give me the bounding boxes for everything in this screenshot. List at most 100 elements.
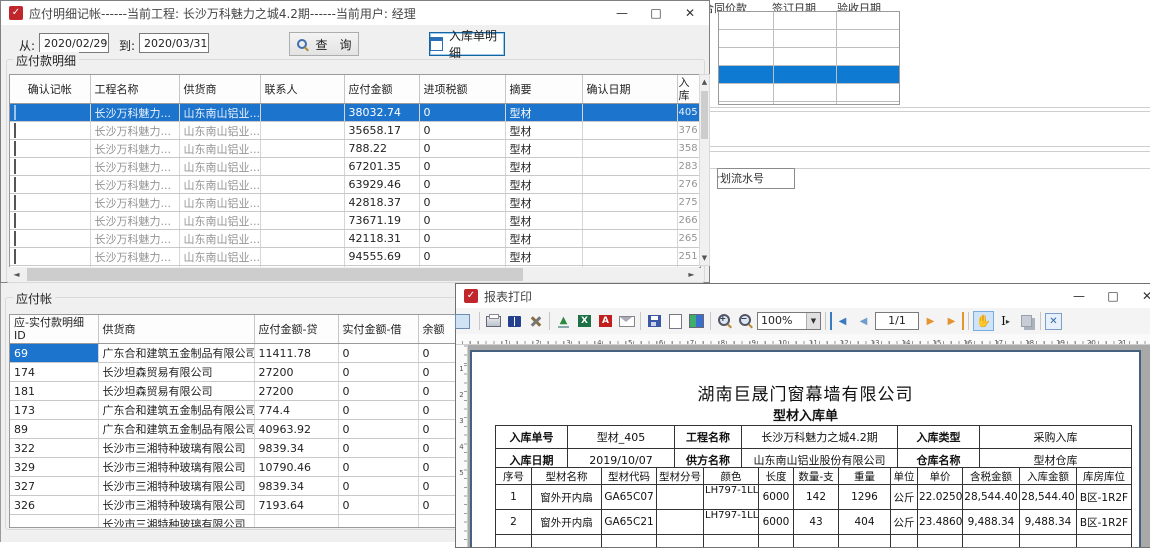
close-button[interactable]: ✕ <box>1130 284 1150 308</box>
checkbox[interactable] <box>14 195 16 210</box>
scrollbar-thumb[interactable] <box>27 268 523 281</box>
horizontal-scrollbar[interactable]: ◄ ► <box>9 267 699 282</box>
report-titlebar[interactable]: ✓ 报表打印 <box>456 284 1150 308</box>
checkbox[interactable] <box>14 249 16 264</box>
cell-confirm-checkbox[interactable] <box>10 158 90 176</box>
scroll-right-icon[interactable]: ► <box>684 267 699 282</box>
col-header-project[interactable]: 工程名称 <box>90 75 179 104</box>
cell-confirm-checkbox[interactable] <box>10 194 90 212</box>
print-preview-area[interactable]: 12345 湖南巨晟门窗幕墙有限公司 型材入库单 入库单号 型材_405 工程名… <box>456 345 1150 547</box>
query-button[interactable]: 查 询 <box>289 32 359 56</box>
checkbox[interactable] <box>14 177 16 192</box>
checkbox[interactable] <box>14 123 16 138</box>
account-row[interactable]: 181 长沙坦森贸易有限公司 27200 0 0 <box>10 382 458 401</box>
account-row[interactable]: 322 长沙市三湘特种玻璃有限公司 9839.34 0 0 <box>10 439 458 458</box>
next-page-button[interactable]: ▶ <box>921 312 940 330</box>
chevron-down-icon[interactable]: ▼ <box>806 313 820 329</box>
main-titlebar[interactable]: ✓ 应付明细记帐------当前工程: 长沙万科魅力之城4.2期------当前… <box>1 1 709 25</box>
bg-grid-row[interactable] <box>719 48 899 66</box>
checkbox[interactable] <box>14 141 16 156</box>
col-header-confirm-date[interactable]: 确认日期 <box>582 75 677 104</box>
col-header-confirm[interactable]: 确认记帐 <box>10 75 90 104</box>
last-page-button[interactable]: ▶ <box>942 312 964 330</box>
payable-row[interactable]: 长沙万科魅力... 山东南山铝业... 73671.19 0 型材 266 <box>10 212 700 230</box>
page-number-field[interactable]: 1/1 <box>875 312 919 330</box>
account-row[interactable]: 长沙市三湘特种玻璃有限公司 <box>10 515 458 529</box>
scrollbar-thumb[interactable] <box>701 91 708 139</box>
cell-confirm-checkbox[interactable] <box>10 212 90 230</box>
chevron-down-icon[interactable]: ˅ <box>102 39 106 48</box>
entry-detail-button[interactable]: 入库单明细 <box>429 32 505 56</box>
scroll-up-icon[interactable]: ▲ <box>700 75 709 89</box>
properties-button[interactable] <box>456 312 475 330</box>
close-preview-button[interactable]: ✕ <box>1045 313 1062 330</box>
payable-row[interactable]: 长沙万科魅力... 山东南山铝业... 67201.35 0 型材 283 <box>10 158 700 176</box>
settings-button[interactable] <box>526 312 545 330</box>
scroll-left-icon[interactable]: ◄ <box>9 267 24 282</box>
zoom-out-button[interactable]: − <box>736 312 755 330</box>
bg-grid-row[interactable] <box>719 84 899 102</box>
account-row[interactable]: 174 长沙坦森贸易有限公司 27200 0 0 <box>10 363 458 382</box>
payable-row[interactable]: 长沙万科魅力... 山东南山铝业... 42118.31 0 型材 265 <box>10 230 700 248</box>
col-header-balance[interactable]: 余额 <box>418 315 458 344</box>
payable-row[interactable]: 长沙万科魅力... 山东南山铝业... 788.22 0 型材 358 <box>10 140 700 158</box>
payable-row[interactable]: 长沙万科魅力... 山东南山铝业... 94555.69 0 型材 251 <box>10 248 700 266</box>
cell-confirm-checkbox[interactable] <box>10 230 90 248</box>
col-header-supplier[interactable]: 供货商 <box>179 75 260 104</box>
page-setup-button[interactable] <box>666 312 685 330</box>
checkbox[interactable] <box>14 213 16 228</box>
account-row[interactable]: 173 广东合和建筑五金制品有限公司 774.4 0 0 <box>10 401 458 420</box>
vertical-scrollbar[interactable]: ▲ ▼ <box>699 74 710 266</box>
minimize-button[interactable]: — <box>605 1 639 25</box>
open-button[interactable] <box>505 312 524 330</box>
col-header-credit[interactable]: 应付金额-贷 <box>254 315 338 344</box>
payable-row[interactable]: 长沙万科魅力... 山东南山铝业... 63929.46 0 型材 276 <box>10 176 700 194</box>
checkbox[interactable] <box>14 159 16 174</box>
previous-page-button[interactable]: ◀ <box>854 312 873 330</box>
cell-confirm-checkbox[interactable] <box>10 140 90 158</box>
col-header-input-tax[interactable]: 进项税额 <box>419 75 505 104</box>
col-header-detail-id[interactable]: 应-实付款明细ID <box>10 315 98 344</box>
to-date-combobox[interactable]: 2020/03/31 ˅ <box>139 33 209 53</box>
account-row[interactable]: 69 广东合和建筑五金制品有限公司 11411.78 0 0 <box>10 344 458 363</box>
account-row[interactable]: 327 长沙市三湘特种玻璃有限公司 9839.34 0 0 <box>10 477 458 496</box>
cell-confirm-checkbox[interactable] <box>10 122 90 140</box>
col-header-summary[interactable]: 摘要 <box>505 75 582 104</box>
cell-confirm-checkbox[interactable] <box>10 104 90 122</box>
scroll-down-icon[interactable]: ▼ <box>700 251 709 265</box>
maximize-button[interactable]: □ <box>639 1 673 25</box>
cell-confirm-checkbox[interactable] <box>10 248 90 266</box>
account-row[interactable]: 326 长沙市三湘特种玻璃有限公司 7193.64 0 0 <box>10 496 458 515</box>
from-date-combobox[interactable]: 2020/02/29 ˅ <box>39 33 109 53</box>
col-header-amount[interactable]: 应付金额 <box>344 75 419 104</box>
payable-row[interactable]: 长沙万科魅力... 山东南山铝业... 35658.17 0 型材 376 <box>10 122 700 140</box>
export-button[interactable]: ▲ <box>554 312 573 330</box>
export-excel-button[interactable]: X <box>575 312 594 330</box>
payable-row[interactable]: 长沙万科魅力... 山东南山铝业... 42818.37 0 型材 275 <box>10 194 700 212</box>
chevron-down-icon[interactable]: ˅ <box>202 39 206 48</box>
bg-grid-row[interactable] <box>719 30 899 48</box>
checkbox[interactable] <box>14 105 16 120</box>
account-row[interactable]: 89 广东合和建筑五金制品有限公司 40963.92 0 0 <box>10 420 458 439</box>
zoom-level-select[interactable]: 100% ▼ <box>757 312 821 330</box>
close-button[interactable]: ✕ <box>673 1 707 25</box>
checkbox[interactable] <box>14 231 16 246</box>
send-mail-button[interactable] <box>617 312 636 330</box>
bg-grid-row[interactable] <box>719 12 899 30</box>
copy-button[interactable] <box>1017 312 1036 330</box>
account-row[interactable]: 329 长沙市三湘特种玻璃有限公司 10790.46 0 0 <box>10 458 458 477</box>
hand-tool-button[interactable]: ✋ <box>973 311 994 331</box>
export-format-button[interactable] <box>687 312 706 330</box>
payable-row[interactable]: 长沙万科魅力... 山东南山铝业... 38032.74 0 型材 405 <box>10 104 700 122</box>
zoom-in-button[interactable]: + <box>715 312 734 330</box>
first-page-button[interactable]: ◀ <box>830 312 852 330</box>
col-header-supplier[interactable]: 供货商 <box>98 315 254 344</box>
maximize-button[interactable]: □ <box>1096 284 1130 308</box>
bg-grid-row-selected[interactable] <box>719 66 899 84</box>
plan-serial-field[interactable]: 计划流水号 <box>717 168 795 189</box>
print-button[interactable] <box>484 312 503 330</box>
export-pdf-button[interactable]: A <box>596 312 615 330</box>
col-header-debit[interactable]: 实付金额-借 <box>338 315 418 344</box>
save-button[interactable] <box>645 312 664 330</box>
cell-confirm-checkbox[interactable] <box>10 176 90 194</box>
